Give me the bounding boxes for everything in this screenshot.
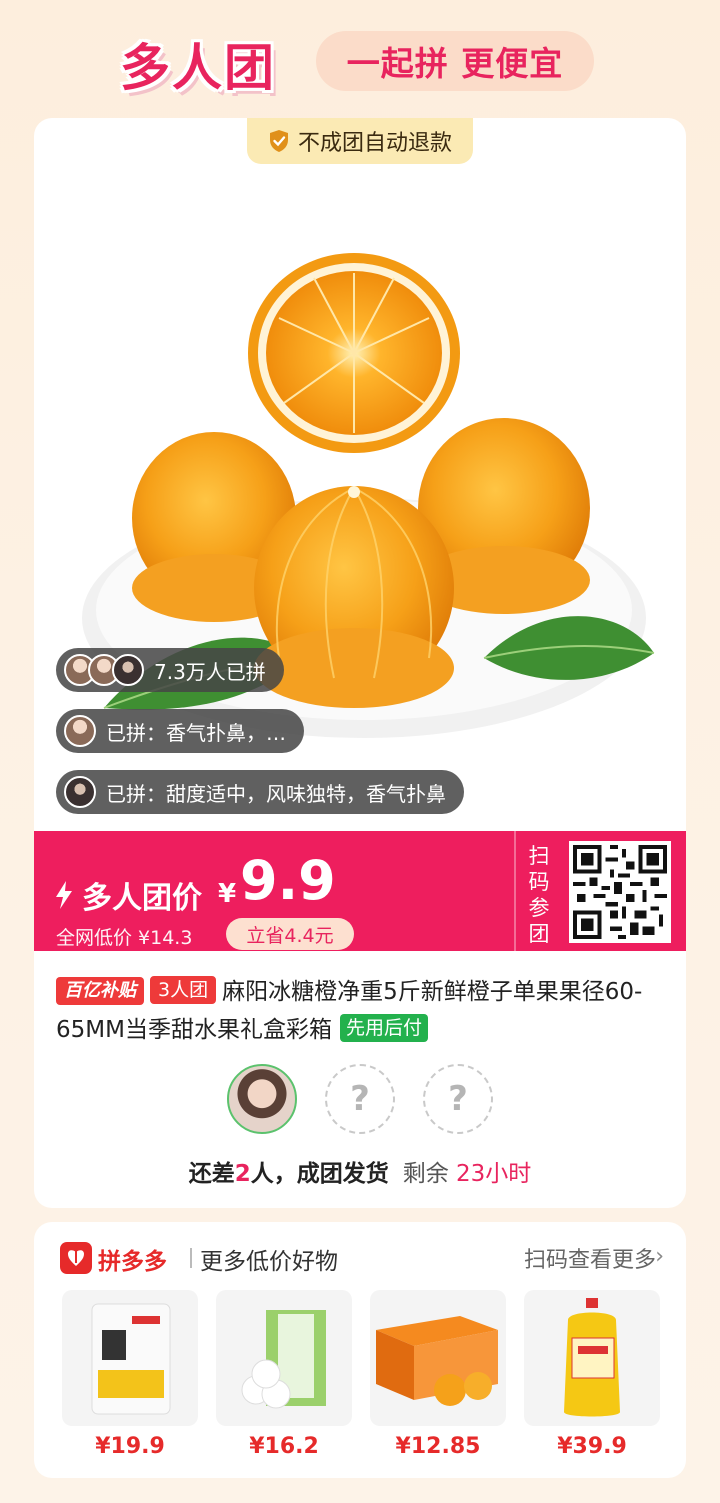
review-pill: 已拼：甜度适中，风味独特，香气扑鼻 xyxy=(56,770,464,814)
scan-more-link[interactable]: 扫码查看更多 xyxy=(524,1242,656,1274)
qr-code[interactable] xyxy=(569,841,671,943)
group-price: 9.9 xyxy=(240,849,336,912)
item-price: ¥39.9 xyxy=(557,1434,627,1459)
item-price: ¥19.9 xyxy=(95,1434,165,1459)
refund-badge: 不成团自动退款 xyxy=(247,118,473,164)
recommend-card: 拼多多 更多低价好物 扫码查看更多 › ¥19.9 ¥16.2 ¥12.85 ¥… xyxy=(34,1222,686,1478)
divider xyxy=(190,1248,192,1268)
review-pill: 已拼：香气扑鼻，… xyxy=(56,709,304,753)
product-title[interactable]: 百亿补贴 3人团 麻阳冰糖橙净重5斤新鲜橙子单果果径60-65MM当季甜水果礼盒彩箱… xyxy=(56,973,668,1049)
review-text: 已拼：香气扑鼻，… xyxy=(106,720,286,745)
avatar xyxy=(64,776,96,808)
orange-box-image xyxy=(370,1290,506,1426)
group-status: 还差2人，成团发货 剩余 23小时 xyxy=(34,1154,686,1188)
lightning-icon xyxy=(56,881,72,909)
header: 多人团 一起拼 更便宜 xyxy=(0,0,720,118)
empty-member-slot[interactable]: ? xyxy=(423,1064,493,1134)
slogan-pill: 一起拼 更便宜 xyxy=(316,31,594,91)
shield-check-icon xyxy=(269,130,288,152)
price-bar: 多人团价 ¥ 9.9 全网低价 ¥14.3 立省4.4元 扫码参团 xyxy=(34,831,686,951)
status-suffix: 人，成团发货 xyxy=(250,1161,389,1187)
subsidy-tag: 百亿补贴 xyxy=(56,977,144,1005)
group-price-label: 多人团价 xyxy=(82,881,202,916)
brand-title: 多人团 xyxy=(120,39,276,97)
pinduoduo-brand: 拼多多 xyxy=(98,1249,167,1275)
scan-to-join-label: 扫码参团 xyxy=(528,844,550,946)
savings-badge: 立省4.4元 xyxy=(226,918,354,950)
missing-count: 2 xyxy=(234,1161,251,1187)
member-avatar xyxy=(227,1064,297,1134)
recommend-subtitle: 更多低价好物 xyxy=(200,1249,338,1275)
review-text: 已拼：甜度适中，风味独特，香气扑鼻 xyxy=(106,781,446,806)
flour-bag-image xyxy=(62,1290,198,1426)
cooking-oil-image xyxy=(524,1290,660,1426)
recommend-item[interactable]: ¥16.2 xyxy=(216,1290,352,1459)
avatar xyxy=(112,654,144,686)
market-price: 全网低价 ¥14.3 xyxy=(56,927,193,949)
avatar xyxy=(64,715,96,747)
pinduoduo-logo-icon xyxy=(60,1242,92,1274)
item-price: ¥12.85 xyxy=(395,1434,481,1459)
item-price: ¥16.2 xyxy=(249,1434,319,1459)
remaining-time: 23小时 xyxy=(456,1161,532,1187)
group-size-tag: 3人团 xyxy=(150,976,217,1004)
recommend-item[interactable]: ¥19.9 xyxy=(62,1290,198,1459)
joined-count: 7.3万人已拼 xyxy=(154,659,266,684)
pay-later-tag: 先用后付 xyxy=(339,1014,428,1042)
joined-count-pill: 7.3万人已拼 xyxy=(56,648,284,692)
recommend-item[interactable]: ¥12.85 xyxy=(370,1290,506,1459)
chevron-right-icon[interactable]: › xyxy=(655,1244,664,1269)
tissue-pack-image xyxy=(216,1290,352,1426)
currency-symbol: ¥ xyxy=(218,879,237,909)
recommend-item[interactable]: ¥39.9 xyxy=(524,1290,660,1459)
empty-member-slot[interactable]: ? xyxy=(325,1064,395,1134)
remaining-label: 剩余 xyxy=(402,1161,449,1187)
refund-badge-label: 不成团自动退款 xyxy=(297,131,452,156)
group-buy-card: 不成团自动退款 7.3万人已拼 已拼：香气扑鼻，… 已拼：甜度适中，风味独特，香… xyxy=(34,118,686,1208)
status-prefix: 还差 xyxy=(188,1161,235,1187)
divider xyxy=(514,831,516,951)
